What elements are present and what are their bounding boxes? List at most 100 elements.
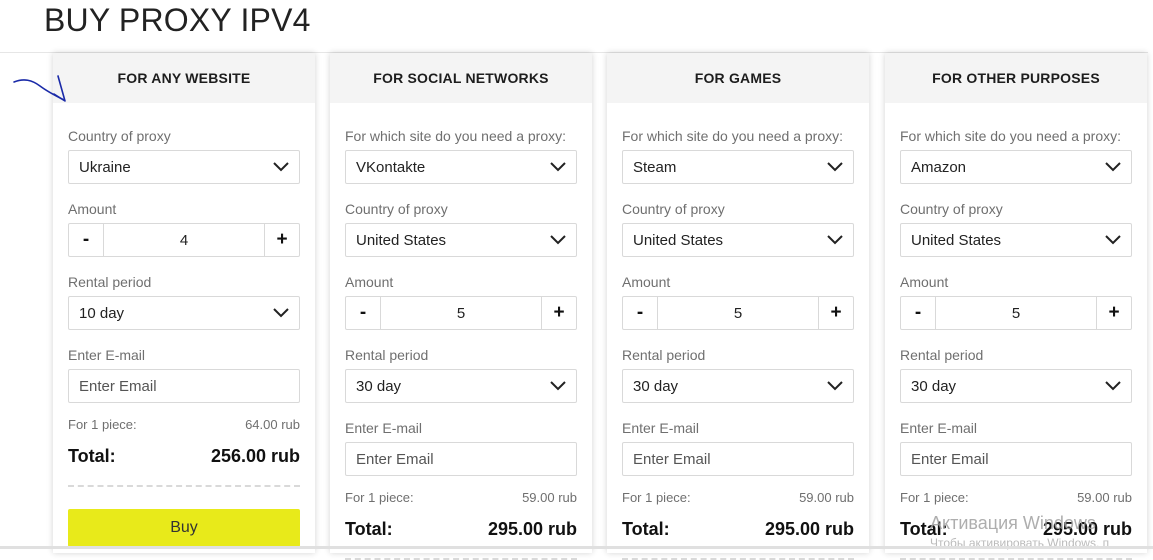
chevron-down-icon	[550, 162, 566, 172]
unit-price-label: For 1 piece:	[622, 490, 691, 505]
rental-period-select[interactable]: 10 day	[68, 296, 300, 330]
rental-period-value: 10 day	[79, 304, 125, 322]
total-label: Total:	[622, 519, 670, 539]
unit-price-label: For 1 piece:	[345, 490, 414, 505]
email-input[interactable]	[356, 450, 566, 468]
unit-price-row: For 1 piece: 59.00 rub	[345, 490, 577, 506]
chevron-down-icon	[1105, 235, 1121, 245]
chevron-down-icon	[827, 162, 843, 172]
amount-value[interactable]: 5	[658, 297, 818, 329]
email-label: Enter E-mail	[900, 420, 978, 436]
amount-stepper[interactable]: - 5 +	[345, 296, 577, 330]
card-header: FOR ANY WEBSITE	[53, 53, 315, 103]
total-value: 295.00 rub	[487, 519, 577, 539]
decrement-button[interactable]: -	[346, 297, 381, 329]
site-label: For which site do you need a proxy:	[622, 128, 844, 144]
card-any-website: FOR ANY WEBSITE Country of proxy Ukraine…	[53, 53, 315, 553]
increment-button[interactable]: +	[541, 297, 576, 329]
email-field[interactable]	[68, 369, 300, 403]
amount-label: Amount	[68, 201, 117, 217]
country-label: Country of proxy	[68, 128, 171, 144]
increment-button[interactable]: +	[1096, 297, 1131, 329]
country-label: Country of proxy	[345, 201, 448, 217]
country-select-value: United States	[911, 231, 1002, 249]
country-select-value: United States	[356, 231, 447, 249]
page-title: BUY PROXY IPV4	[44, 2, 311, 38]
site-select-value: VKontakte	[356, 158, 426, 176]
amount-value[interactable]: 5	[936, 297, 1096, 329]
email-label: Enter E-mail	[68, 347, 146, 363]
amount-value[interactable]: 4	[104, 224, 264, 256]
windows-activation-watermark: Активация Windows	[930, 513, 1096, 533]
email-field[interactable]	[622, 442, 854, 476]
card-games: FOR GAMES For which site do you need a p…	[607, 53, 869, 560]
unit-price-row: For 1 piece: 59.00 rub	[900, 490, 1132, 506]
rental-period-select[interactable]: 30 day	[345, 369, 577, 403]
dashed-divider	[68, 485, 300, 487]
email-input[interactable]	[911, 450, 1121, 468]
rental-period-select[interactable]: 30 day	[900, 369, 1132, 403]
chevron-down-icon	[273, 308, 289, 318]
decrement-button[interactable]: -	[623, 297, 658, 329]
country-label: Country of proxy	[900, 201, 1003, 217]
total-label: Total:	[68, 446, 116, 466]
total-row: Total: 295.00 rub	[622, 518, 854, 540]
amount-label: Amount	[345, 274, 394, 290]
site-select-value: Steam	[633, 158, 677, 176]
chevron-down-icon	[550, 235, 566, 245]
total-value: 295.00 rub	[764, 519, 854, 539]
increment-button[interactable]: +	[264, 224, 299, 256]
rental-period-value: 30 day	[356, 377, 402, 395]
unit-price-label: For 1 piece:	[68, 417, 137, 432]
unit-price-value: 59.00 rub	[799, 490, 854, 505]
amount-stepper[interactable]: - 4 +	[68, 223, 300, 257]
chevron-down-icon	[827, 235, 843, 245]
rental-period-value: 30 day	[633, 377, 679, 395]
card-header: FOR OTHER PURPOSES	[885, 53, 1147, 103]
total-row: Total: 295.00 rub	[345, 518, 577, 540]
email-label: Enter E-mail	[345, 420, 423, 436]
card-social-networks: FOR SOCIAL NETWORKS For which site do yo…	[330, 53, 592, 560]
unit-price-row: For 1 piece: 64.00 rub	[68, 417, 300, 433]
country-select[interactable]: Ukraine	[68, 150, 300, 184]
country-select[interactable]: United States	[345, 223, 577, 257]
site-select[interactable]: Amazon	[900, 150, 1132, 184]
site-label: For which site do you need a proxy:	[900, 128, 1122, 144]
site-select[interactable]: Steam	[622, 150, 854, 184]
email-input[interactable]	[633, 450, 843, 468]
rental-period-value: 30 day	[911, 377, 957, 395]
chevron-down-icon	[550, 381, 566, 391]
decrement-button[interactable]: -	[901, 297, 936, 329]
amount-stepper[interactable]: - 5 +	[622, 296, 854, 330]
total-value: 256.00 rub	[210, 446, 300, 466]
country-select-value: United States	[633, 231, 724, 249]
amount-label: Amount	[900, 274, 949, 290]
chevron-down-icon	[1105, 162, 1121, 172]
email-input[interactable]	[79, 377, 289, 395]
amount-stepper[interactable]: - 5 +	[900, 296, 1132, 330]
site-select[interactable]: VKontakte	[345, 150, 577, 184]
unit-price-label: For 1 piece:	[900, 490, 969, 505]
decrement-button[interactable]: -	[69, 224, 104, 256]
buy-button[interactable]: Buy	[68, 509, 300, 547]
email-label: Enter E-mail	[622, 420, 700, 436]
unit-price-value: 59.00 rub	[522, 490, 577, 505]
amount-value[interactable]: 5	[381, 297, 541, 329]
rental-period-label: Rental period	[900, 347, 984, 363]
chevron-down-icon	[827, 381, 843, 391]
rental-period-label: Rental period	[345, 347, 429, 363]
country-select[interactable]: United States	[900, 223, 1132, 257]
rental-period-label: Rental period	[622, 347, 706, 363]
unit-price-row: For 1 piece: 59.00 rub	[622, 490, 854, 506]
chevron-down-icon	[273, 162, 289, 172]
rental-period-label: Rental period	[68, 274, 152, 290]
email-field[interactable]	[900, 442, 1132, 476]
hand-drawn-arrow-icon	[13, 75, 66, 102]
country-label: Country of proxy	[622, 201, 725, 217]
country-select-value: Ukraine	[79, 158, 131, 176]
email-field[interactable]	[345, 442, 577, 476]
country-select[interactable]: United States	[622, 223, 854, 257]
chevron-down-icon	[1105, 381, 1121, 391]
rental-period-select[interactable]: 30 day	[622, 369, 854, 403]
increment-button[interactable]: +	[818, 297, 853, 329]
